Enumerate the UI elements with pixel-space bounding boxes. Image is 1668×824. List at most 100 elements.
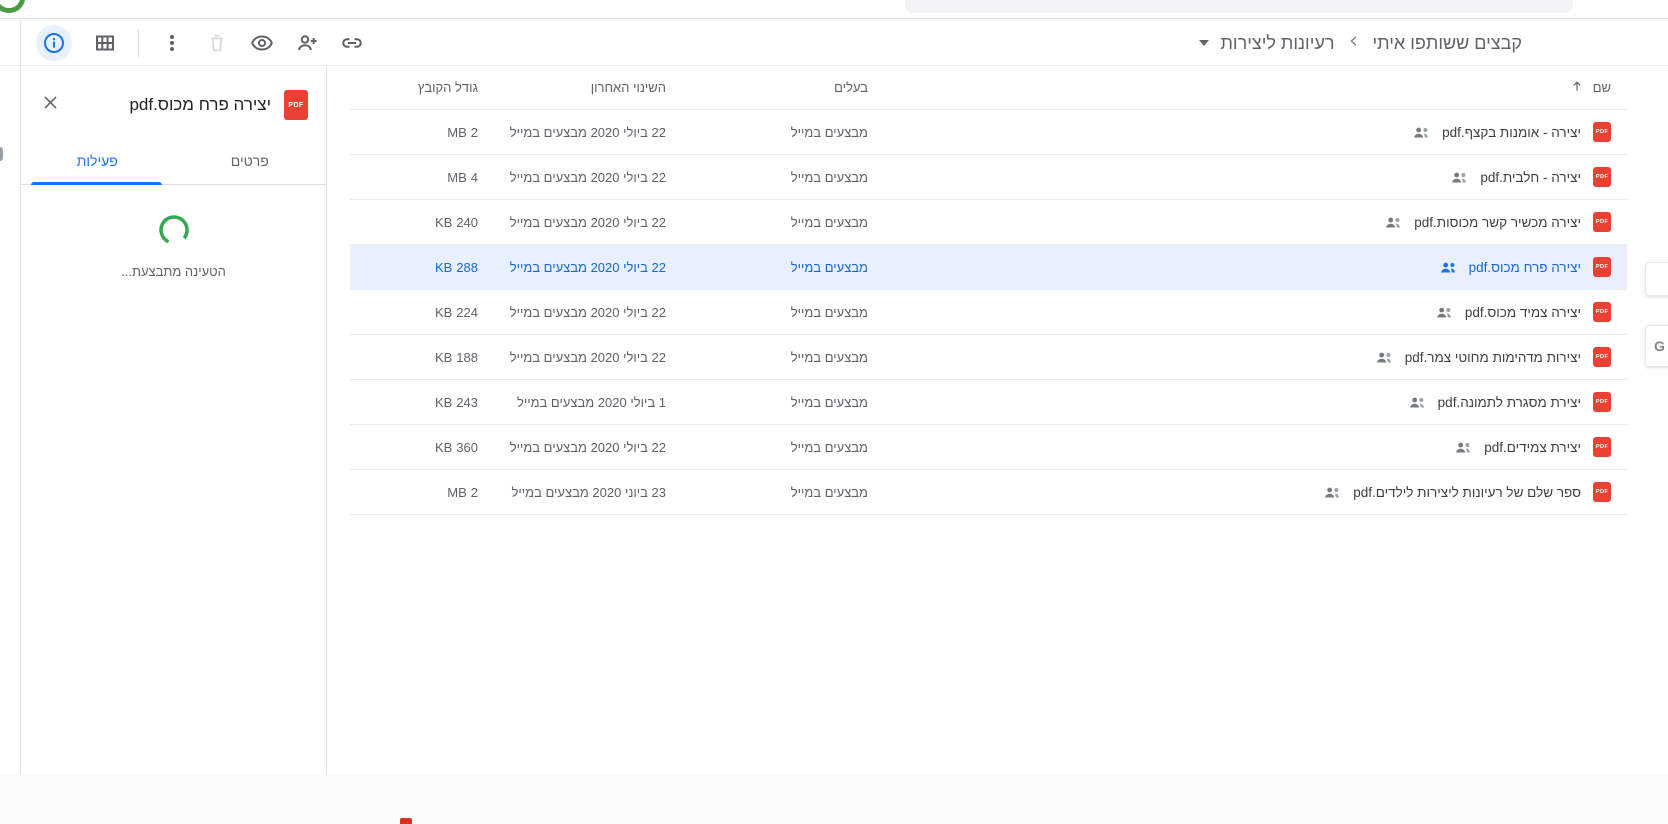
pdf-file-icon: PDF: [284, 90, 308, 120]
file-modified: 22 ביולי 2020 מבצעים במייל: [509, 214, 666, 230]
loading-text: הטעינה מתבצעת...: [121, 264, 226, 279]
file-name-cell: PDF יצירה צמיד מכוס.pdf: [868, 302, 1611, 322]
tab-activity[interactable]: פעילות: [21, 138, 174, 185]
table-row[interactable]: PDF יצירת מסגרת לתמונה.pdf מבצעים במייל …: [350, 380, 1627, 425]
file-list-header: שם בעלים השינוי האחרון גודל הקובץ: [350, 66, 1627, 110]
breadcrumb-current[interactable]: רעיונות ליצירות: [1221, 33, 1335, 54]
info-icon: [42, 31, 66, 55]
file-modified: 23 ביוני 2020 מבצעים במייל: [511, 484, 666, 500]
file-size-value: 224: [456, 304, 478, 320]
file-size-unit: MB: [447, 484, 467, 500]
search-input[interactable]: [905, 0, 1573, 13]
preview-eye-icon: [250, 31, 274, 55]
pdf-file-icon: PDF: [1593, 122, 1611, 142]
file-size: 360 KB: [358, 440, 478, 455]
file-owner: מבצעים במייל: [790, 169, 868, 185]
file-name-cell: PDF יצירה - חלבית.pdf: [868, 167, 1611, 187]
toolbar-divider: [138, 29, 139, 57]
trash-button: [205, 31, 229, 55]
add-person-icon: [295, 31, 319, 55]
link-icon: [340, 31, 364, 55]
file-size: 224 KB: [358, 305, 478, 320]
table-row[interactable]: PDF יצירות מדהימות מחוטי צמר.pdf מבצעים …: [350, 335, 1627, 380]
file-name: יצירה צמיד מכוס.pdf: [1464, 304, 1581, 320]
file-owner: מבצעים במייל: [790, 214, 868, 230]
column-header-modified[interactable]: השינוי האחרון: [478, 80, 666, 95]
close-panel-button[interactable]: [41, 93, 60, 117]
shared-people-icon: [1436, 306, 1453, 319]
shared-people-icon: [1376, 351, 1393, 364]
table-row[interactable]: PDF יצירה צמיד מכוס.pdf מבצעים במייל 22 …: [350, 290, 1627, 335]
file-size: 288 KB: [358, 260, 478, 275]
file-owner: מבצעים במייל: [790, 124, 868, 140]
shared-people-icon: [1385, 216, 1402, 229]
trash-icon: [206, 32, 228, 54]
clipped-extension-widget-g[interactable]: G: [1645, 325, 1668, 367]
loading-spinner-icon: [157, 213, 191, 252]
sort-ascending-icon[interactable]: [1570, 79, 1584, 96]
file-size-value: 188: [456, 349, 478, 365]
details-panel: PDF יצירה פרח מכוס.pdf פרטים פעילות הטעי…: [21, 66, 327, 775]
more-options-icon: [160, 31, 184, 55]
file-name: יצירה פרח מכוס.pdf: [1468, 259, 1581, 275]
tab-details[interactable]: פרטים: [174, 138, 327, 184]
chevron-left-icon: [1345, 32, 1363, 55]
breadcrumb: קבצים ששותפו איתי רעיונות ליצירות: [1198, 20, 1523, 66]
file-size: 188 KB: [358, 350, 478, 365]
loading-indicator: הטעינה מתבצעת...: [21, 213, 326, 279]
column-header-name[interactable]: שם: [868, 79, 1611, 96]
breadcrumb-parent[interactable]: קבצים ששותפו איתי: [1373, 33, 1523, 54]
file-size-value: 243: [456, 394, 478, 410]
clipped-extension-widget[interactable]: [1645, 262, 1668, 296]
file-name: יצירת מסגרת לתמונה.pdf: [1437, 394, 1581, 410]
file-size: 243 KB: [358, 395, 478, 410]
file-owner: מבצעים במייל: [790, 394, 868, 410]
table-row[interactable]: PDF יצירה - חלבית.pdf מבצעים במייל 22 בי…: [350, 155, 1627, 200]
window-top-strip: [0, 0, 1668, 19]
get-link-button[interactable]: [340, 31, 364, 55]
table-row[interactable]: PDF יצירה פרח מכוס.pdf מבצעים במייל 22 ב…: [350, 245, 1627, 290]
shared-people-icon: [1440, 261, 1457, 274]
table-row[interactable]: PDF ספר שלם של רעיונות ליצירות לילדים.pd…: [350, 470, 1627, 515]
table-row[interactable]: PDF יצירת צמידים.pdf מבצעים במייל 22 ביו…: [350, 425, 1627, 470]
column-header-owner[interactable]: בעלים: [666, 80, 868, 95]
file-size-unit: KB: [434, 214, 453, 230]
file-owner: מבצעים במייל: [790, 349, 868, 365]
file-size-value: 2: [470, 484, 478, 500]
file-name-cell: PDF יצירה - אומנות בקצף.pdf: [868, 122, 1611, 142]
toolbar-icon-group: [36, 20, 364, 66]
pdf-file-icon: PDF: [1593, 482, 1611, 502]
file-size-value: 4: [470, 169, 478, 185]
file-size-unit: KB: [434, 304, 453, 320]
table-row[interactable]: PDF יצירה - אומנות בקצף.pdf מבצעים במייל…: [350, 110, 1627, 155]
file-size-unit: KB: [434, 439, 453, 455]
file-modified: 22 ביולי 2020 מבצעים במייל: [509, 439, 666, 455]
file-modified: 22 ביולי 2020 מבצעים במייל: [509, 259, 666, 275]
file-size-value: 360: [456, 439, 478, 455]
table-row[interactable]: PDF יצירה מכשיר קשר מכוסות.pdf מבצעים במ…: [350, 200, 1627, 245]
file-owner: מבצעים במייל: [790, 259, 868, 275]
column-header-size[interactable]: גודל הקובץ: [358, 80, 478, 95]
file-list: שם בעלים השינוי האחרון גודל הקובץ PDF יצ…: [350, 66, 1627, 515]
file-size-value: 240: [456, 214, 478, 230]
file-modified: 22 ביולי 2020 מבצעים במייל: [509, 169, 666, 185]
file-modified: 22 ביולי 2020 מבצעים במייל: [509, 304, 666, 320]
file-name-cell: PDF יצירת צמידים.pdf: [868, 437, 1611, 457]
info-button[interactable]: [36, 25, 72, 61]
preview-button[interactable]: [250, 31, 274, 55]
folder-menu-caret-icon[interactable]: [1198, 40, 1209, 46]
pdf-file-icon: PDF: [1593, 257, 1611, 277]
file-size: 4 MB: [358, 170, 478, 185]
file-name-cell: PDF יצירת מסגרת לתמונה.pdf: [868, 392, 1611, 412]
file-name: יצירה - חלבית.pdf: [1480, 169, 1581, 185]
file-name-cell: PDF יצירה פרח מכוס.pdf: [868, 257, 1611, 277]
add-person-button[interactable]: [295, 31, 319, 55]
file-owner: מבצעים במייל: [790, 439, 868, 455]
file-name: יצירה מכשיר קשר מכוסות.pdf: [1414, 214, 1581, 230]
edge-marker: [0, 147, 3, 161]
more-options-button[interactable]: [160, 31, 184, 55]
grid-view-button[interactable]: [93, 31, 117, 55]
file-owner: מבצעים במייל: [790, 484, 868, 500]
shared-people-icon: [1409, 396, 1426, 409]
pdf-file-icon: PDF: [1593, 392, 1611, 412]
